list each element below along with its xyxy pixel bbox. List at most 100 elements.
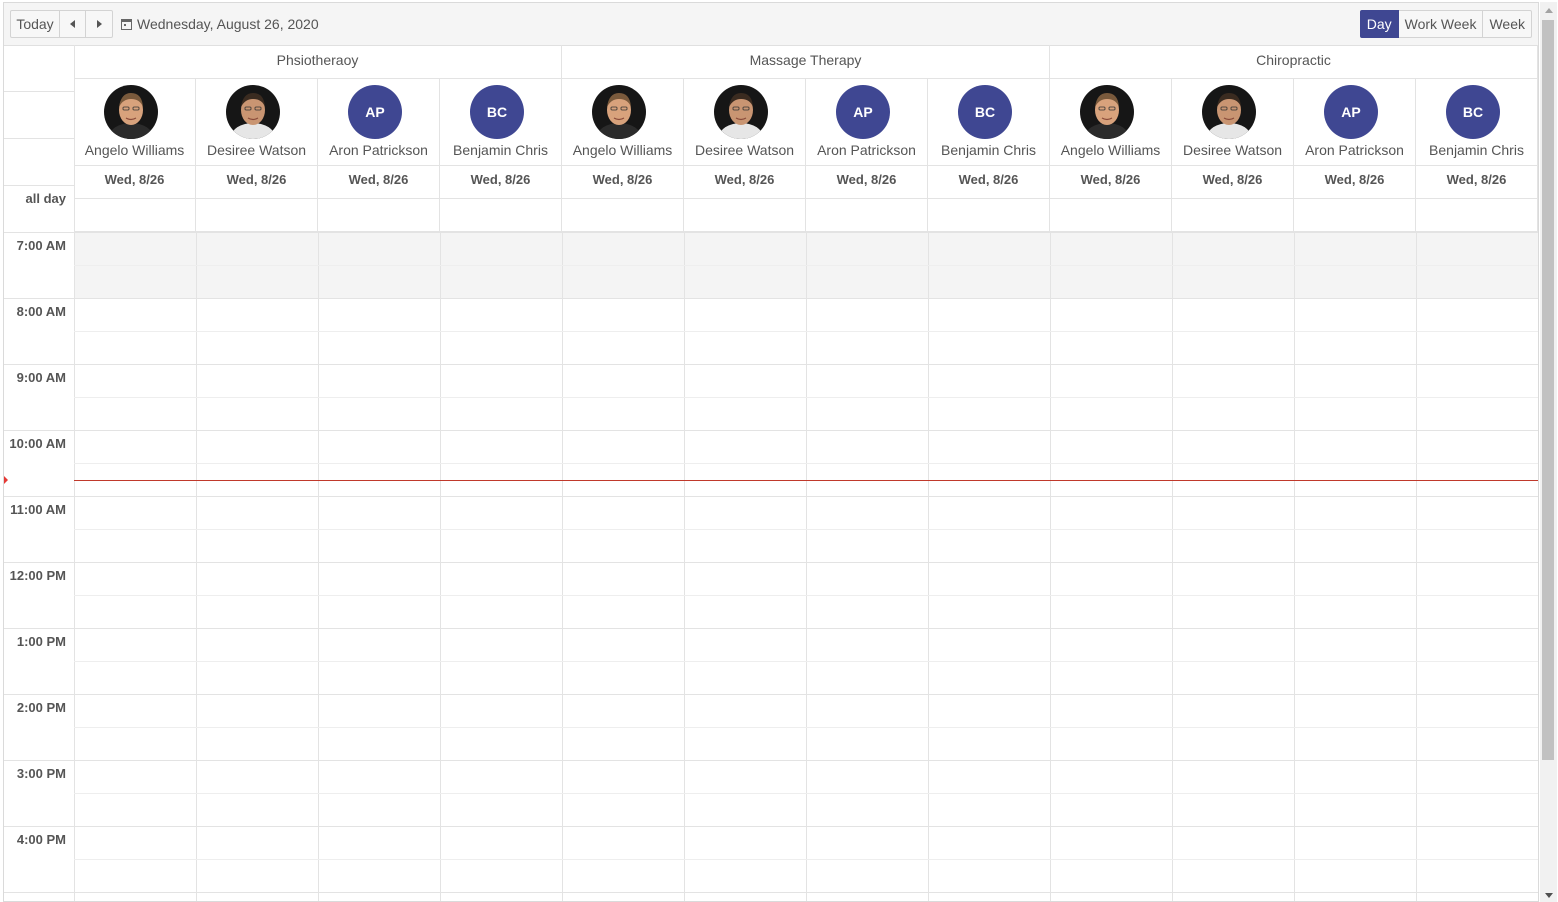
caret-right-icon xyxy=(96,20,102,29)
time-grid: 7:00 AM 8:00 AM 9:00 AM 10:00 AM 11:00 AM 12:… xyxy=(4,232,1538,901)
group-header-chiropractic: Chiropractic xyxy=(1050,45,1538,78)
avatar: BC xyxy=(1446,85,1500,139)
date-header: Wed, 8/26 xyxy=(196,166,318,198)
today-button[interactable]: Today xyxy=(10,10,60,38)
group-header-massage-therapy: Massage Therapy xyxy=(562,45,1050,78)
date-header: Wed, 8/26 xyxy=(684,166,806,198)
all-day-slot[interactable] xyxy=(318,199,440,231)
date-header: Wed, 8/26 xyxy=(928,166,1050,198)
resource-header[interactable]: AP Aron Patrickson xyxy=(1294,79,1416,165)
resource-header[interactable]: BC Benjamin Chris xyxy=(440,79,562,165)
hour-line xyxy=(4,760,1538,761)
hour-line xyxy=(4,562,1538,563)
hour-line xyxy=(4,232,1538,233)
resource-name: Desiree Watson xyxy=(206,142,307,158)
avatar xyxy=(592,85,646,139)
avatar: BC xyxy=(470,85,524,139)
hour-line xyxy=(4,628,1538,629)
half-hour-line xyxy=(74,595,1538,596)
resource-header[interactable]: Desiree Watson xyxy=(684,79,806,165)
column-divider xyxy=(1050,232,1051,901)
all-day-row xyxy=(74,199,1538,232)
previous-button[interactable] xyxy=(59,10,86,38)
corner-cell xyxy=(4,139,74,186)
scroll-thumb[interactable] xyxy=(1542,20,1554,760)
resource-name: Angelo Williams xyxy=(572,142,673,158)
half-hour-line xyxy=(74,661,1538,662)
resource-name: Benjamin Chris xyxy=(941,142,1036,158)
view-switcher: Day Work Week Week xyxy=(1359,10,1532,38)
avatar xyxy=(104,85,158,139)
date-header: Wed, 8/26 xyxy=(1050,166,1172,198)
resource-header[interactable]: AP Aron Patrickson xyxy=(806,79,928,165)
hour-line xyxy=(4,892,1538,893)
time-slot-label: 3:00 PM xyxy=(16,766,66,781)
resource-header[interactable]: BC Benjamin Chris xyxy=(928,79,1050,165)
resource-header-row: Angelo Williams Desiree Watson AP Aron Patr… xyxy=(74,79,1538,166)
all-day-slot[interactable] xyxy=(440,199,562,231)
all-day-slot[interactable] xyxy=(196,199,318,231)
resource-header[interactable]: BC Benjamin Chris xyxy=(1416,79,1538,165)
time-slot-label: 7:00 AM xyxy=(16,238,66,253)
current-date-label: Wednesday, August 26, 2020 xyxy=(137,16,319,32)
all-day-slot[interactable] xyxy=(1050,199,1172,231)
all-day-slot[interactable] xyxy=(562,199,684,231)
view-work-week-button[interactable]: Work Week xyxy=(1397,10,1484,38)
date-header-row: Wed, 8/26 Wed, 8/26 Wed, 8/26 Wed, 8/26 Wed,… xyxy=(74,166,1538,199)
all-day-slot[interactable] xyxy=(1294,199,1416,231)
time-slot-label: 10:00 AM xyxy=(9,436,66,451)
half-hour-line xyxy=(74,397,1538,398)
date-header: Wed, 8/26 xyxy=(1294,166,1416,198)
resource-name: Angelo Williams xyxy=(84,142,185,158)
resource-header[interactable]: Desiree Watson xyxy=(196,79,318,165)
calendar-icon xyxy=(121,19,132,30)
half-hour-line xyxy=(74,727,1538,728)
all-day-slot[interactable] xyxy=(928,199,1050,231)
all-day-slot[interactable] xyxy=(684,199,806,231)
date-header: Wed, 8/26 xyxy=(562,166,684,198)
hour-line xyxy=(4,364,1538,365)
column-divider xyxy=(928,232,929,901)
column-divider xyxy=(318,232,319,901)
view-week-button[interactable]: Week xyxy=(1482,10,1532,38)
avatar: AP xyxy=(1324,85,1378,139)
all-day-slot[interactable] xyxy=(74,199,196,231)
resource-header[interactable]: Angelo Williams xyxy=(562,79,684,165)
all-day-label: all day xyxy=(25,191,66,206)
all-day-slot[interactable] xyxy=(1172,199,1294,231)
date-header: Wed, 8/26 xyxy=(1416,166,1538,198)
current-date-picker[interactable]: Wednesday, August 26, 2020 xyxy=(121,10,319,38)
column-divider xyxy=(1294,232,1295,901)
caret-left-icon xyxy=(70,20,75,29)
all-day-slot[interactable] xyxy=(1416,199,1538,231)
half-hour-line xyxy=(74,859,1538,860)
half-hour-line xyxy=(74,463,1538,464)
resource-name: Desiree Watson xyxy=(1182,142,1283,158)
resource-header[interactable]: Desiree Watson xyxy=(1172,79,1294,165)
resource-header[interactable]: Angelo Williams xyxy=(74,79,196,165)
date-header: Wed, 8/26 xyxy=(318,166,440,198)
time-slot-label: 5:00 PM xyxy=(4,897,66,901)
resource-header[interactable]: AP Aron Patrickson xyxy=(318,79,440,165)
half-hour-line xyxy=(74,529,1538,530)
all-day-slot[interactable] xyxy=(806,199,928,231)
group-header-row: Phsiotheraoy Massage Therapy Chiropractic xyxy=(74,45,1538,79)
vertical-scrollbar[interactable] xyxy=(1540,2,1557,902)
resource-header[interactable]: Angelo Williams xyxy=(1050,79,1172,165)
avatar: BC xyxy=(958,85,1012,139)
hour-line xyxy=(4,826,1538,827)
half-hour-line xyxy=(74,331,1538,332)
column-divider xyxy=(196,232,197,901)
toolbar: Today Wednesday, August 26, 2020 Day Work… xyxy=(4,3,1538,46)
scroll-down-icon[interactable] xyxy=(1545,893,1553,898)
half-hour-line xyxy=(74,793,1538,794)
column-divider xyxy=(562,232,563,901)
half-hour-line xyxy=(74,265,1538,266)
next-button[interactable] xyxy=(85,10,113,38)
current-time-line xyxy=(74,479,1538,481)
view-day-button[interactable]: Day xyxy=(1359,10,1399,38)
scroll-up-icon[interactable] xyxy=(1545,8,1553,13)
scheduler-grid: all day Phsiotheraoy Massage Therapy Chiro… xyxy=(4,45,1538,901)
column-divider xyxy=(806,232,807,901)
time-column-divider xyxy=(74,232,75,901)
